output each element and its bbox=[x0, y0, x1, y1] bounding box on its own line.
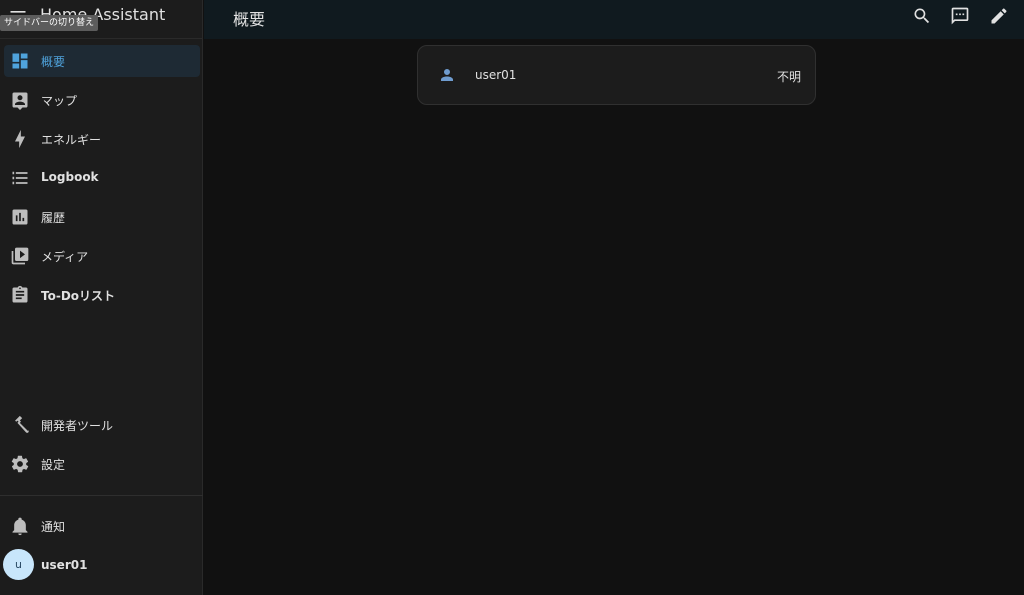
entity-state: 不明 bbox=[776, 70, 801, 84]
page-title: 概要 bbox=[233, 10, 266, 29]
chart-box-icon bbox=[10, 207, 30, 227]
sidebar-item-history[interactable]: 履歴 bbox=[4, 201, 200, 233]
edit-dashboard-button[interactable] bbox=[989, 6, 1009, 26]
sidebar-item-label: 概要 bbox=[41, 55, 66, 69]
sidebar-item-settings[interactable]: 設定 bbox=[4, 448, 200, 480]
sidebar-item-label: エネルギー bbox=[41, 133, 102, 147]
search-icon bbox=[914, 8, 930, 24]
hammer-icon bbox=[10, 415, 30, 435]
sidebar-item-label: 通知 bbox=[41, 520, 66, 534]
sidebar-item-label: 設定 bbox=[41, 458, 66, 472]
sidebar-item-label: 開発者ツール bbox=[41, 419, 114, 433]
cog-icon bbox=[10, 454, 30, 474]
dashboard-view: user01 不明 bbox=[204, 39, 1024, 595]
avatar[interactable]: u bbox=[3, 549, 34, 580]
clipboard-list-icon bbox=[10, 285, 30, 305]
sidebar-item-label: メディア bbox=[41, 250, 89, 264]
sidebar: Home Assistant サイドバーの切り替え 概要 マップ エネルギー L… bbox=[0, 0, 203, 595]
sidebar-item-developer-tools[interactable]: 開発者ツール bbox=[4, 409, 200, 441]
lightning-bolt-icon bbox=[10, 129, 30, 149]
dashboard-icon bbox=[10, 51, 30, 71]
sidebar-item-label: Logbook bbox=[41, 170, 99, 184]
sidebar-item-todo[interactable]: To-Doリスト bbox=[4, 279, 200, 311]
sidebar-header: Home Assistant サイドバーの切り替え bbox=[0, 0, 203, 39]
app-root: Home Assistant サイドバーの切り替え 概要 マップ エネルギー L… bbox=[0, 0, 1024, 595]
sidebar-item-media[interactable]: メディア bbox=[4, 240, 200, 272]
top-app-bar: 概要 bbox=[204, 0, 1024, 39]
sidebar-item-map[interactable]: マップ bbox=[4, 84, 200, 116]
entity-card[interactable]: user01 不明 bbox=[417, 45, 816, 105]
sidebar-item-overview[interactable]: 概要 bbox=[4, 45, 200, 77]
sidebar-item-label: 履歴 bbox=[41, 211, 66, 225]
pencil-icon bbox=[991, 8, 1007, 24]
sidebar-item-notifications[interactable]: 通知 bbox=[4, 510, 200, 542]
account-icon bbox=[438, 66, 456, 84]
assist-icon bbox=[951, 7, 969, 25]
sidebar-item-energy[interactable]: エネルギー bbox=[4, 123, 200, 155]
entity-name: user01 bbox=[475, 68, 517, 82]
sidebar-item-logbook[interactable]: Logbook bbox=[4, 162, 200, 194]
play-box-multiple-icon bbox=[10, 246, 30, 266]
assist-button[interactable] bbox=[950, 6, 970, 26]
user-name[interactable]: user01 bbox=[41, 558, 87, 572]
map-account-icon bbox=[10, 90, 30, 110]
bell-icon bbox=[10, 516, 30, 536]
sidebar-toggle-tooltip: サイドバーの切り替え bbox=[0, 15, 99, 31]
search-button[interactable] bbox=[912, 6, 932, 26]
sidebar-item-label: To-Doリスト bbox=[41, 289, 116, 303]
sidebar-divider bbox=[0, 495, 203, 496]
sidebar-item-label: マップ bbox=[41, 94, 78, 108]
format-list-bulleted-icon bbox=[10, 168, 30, 188]
